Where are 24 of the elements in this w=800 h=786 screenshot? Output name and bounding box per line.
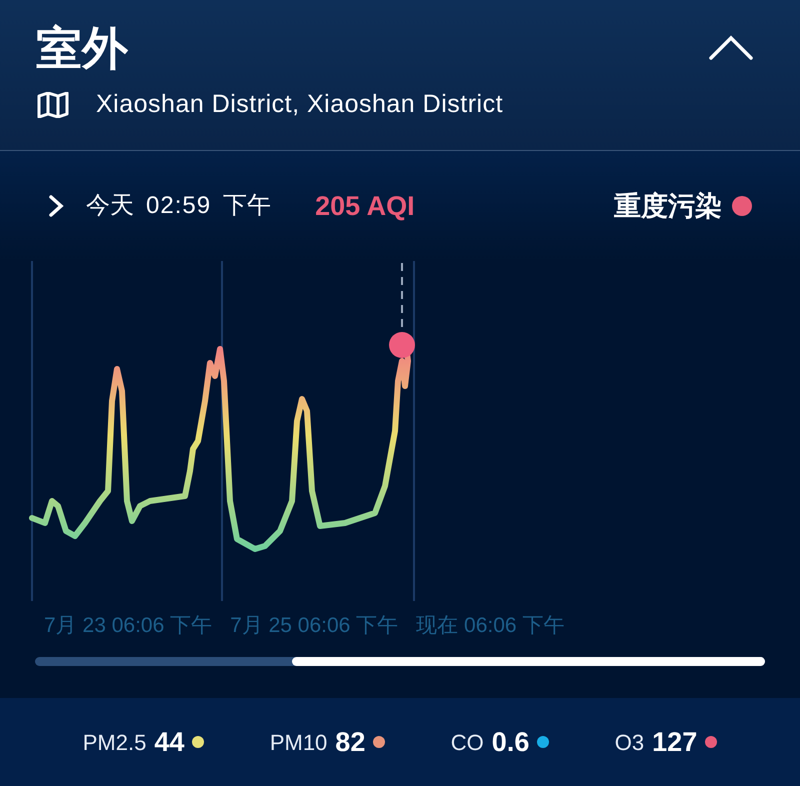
pollutant-name: O3 [614, 728, 644, 756]
period-label: 下午 [223, 191, 272, 221]
pollutant-value: 0.6 [492, 726, 530, 759]
chevron-right-icon[interactable] [48, 194, 64, 218]
map-icon [36, 92, 70, 118]
time-label: 02:59 [146, 191, 212, 221]
chevron-up-icon[interactable] [708, 33, 754, 63]
pollutant-value: 127 [652, 726, 698, 759]
pollution-status: 重度污染 [614, 190, 722, 223]
pollutant-value: 82 [335, 726, 366, 759]
pollutant-name: CO [450, 728, 484, 756]
axis-label: 7月 25 06:06 下午 [230, 613, 398, 639]
location-text: Xiaoshan District, Xiaoshan District [96, 89, 504, 120]
axis-label: 现在 06:06 下午 [416, 613, 564, 639]
day-label: 今天 [86, 191, 134, 221]
current-point-marker [389, 332, 415, 358]
pollutant-name: PM10 [270, 728, 328, 756]
pollutant-name: PM2.5 [82, 728, 146, 756]
pollutant-value: 44 [154, 726, 184, 759]
aqi-value: 205 AQI [315, 190, 415, 223]
page-title: 室外 [36, 21, 128, 76]
axis-label: 7月 23 06:06 下午 [44, 613, 212, 639]
scroll-track[interactable] [35, 657, 765, 666]
scroll-thumb[interactable] [292, 657, 765, 666]
